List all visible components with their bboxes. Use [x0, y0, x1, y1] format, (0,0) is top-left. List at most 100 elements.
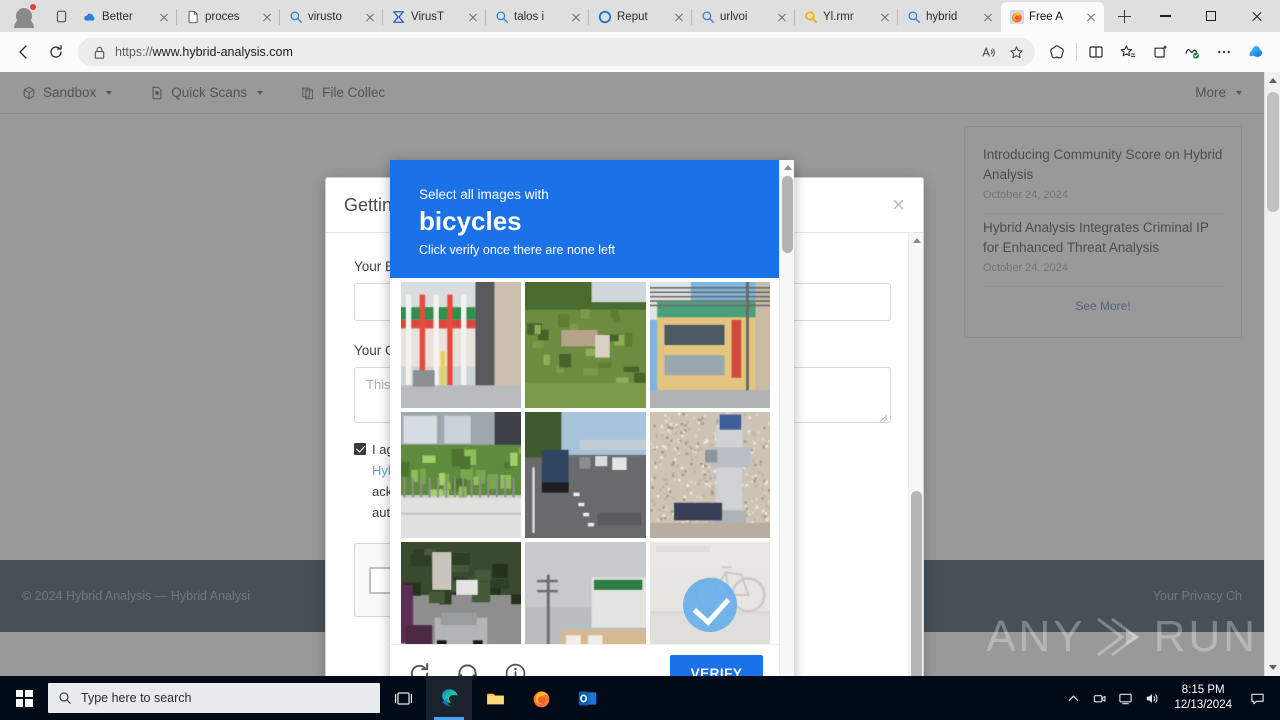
system-tray: 8:15 PM 12/13/2024: [1060, 676, 1280, 720]
watermark-run: RUN: [1154, 612, 1258, 662]
scroll-up-icon[interactable]: [1265, 72, 1280, 89]
tab-title: Better: [102, 10, 152, 24]
collections-icon[interactable]: [1144, 36, 1176, 68]
maximize-button[interactable]: [1188, 0, 1234, 32]
captcha-tile-image: [401, 282, 521, 408]
file-explorer-icon[interactable]: [472, 676, 518, 720]
verify-button[interactable]: VERIFY: [670, 655, 763, 677]
copilot-icon[interactable]: [1240, 36, 1272, 68]
modal-scroll-thumb[interactable]: [911, 491, 922, 676]
camera-icon[interactable]: [1086, 676, 1112, 720]
captcha-vertical-scrollbar[interactable]: [779, 160, 794, 676]
browser-tab[interactable]: Better: [74, 2, 177, 32]
tab-close-icon[interactable]: [878, 10, 892, 24]
edge-icon[interactable]: [426, 676, 472, 720]
outlook-icon[interactable]: [564, 676, 610, 720]
modal-title: Gettin: [344, 195, 392, 216]
tab-close-icon[interactable]: [260, 10, 274, 24]
copilot-split-icon[interactable]: [1041, 36, 1073, 68]
resize-grip-icon[interactable]: [879, 411, 888, 420]
windows-logo-icon: [16, 690, 33, 707]
url-text: https://www.hybrid-analysis.com: [115, 45, 975, 59]
scroll-down-icon[interactable]: [1265, 659, 1280, 676]
clock-time: 8:15 PM: [1174, 683, 1232, 698]
taskbar-clock[interactable]: 8:15 PM 12/13/2024: [1164, 683, 1242, 713]
network-icon[interactable]: [1112, 676, 1138, 720]
volume-icon[interactable]: [1138, 676, 1164, 720]
info-icon[interactable]: [502, 661, 528, 677]
virustotal-icon: [392, 10, 406, 24]
profile-alert-dot: [30, 4, 36, 10]
tab-close-icon[interactable]: [363, 10, 377, 24]
browser-tab[interactable]: urlvoi: [692, 2, 795, 32]
tab-close-icon[interactable]: [157, 10, 171, 24]
settings-more-icon[interactable]: [1208, 36, 1240, 68]
split-screen-icon[interactable]: [1080, 36, 1112, 68]
captcha-tile[interactable]: [401, 412, 521, 538]
reload-icon[interactable]: [406, 661, 432, 677]
profile-button[interactable]: [0, 0, 48, 32]
captcha-tile[interactable]: [650, 282, 770, 408]
window-controls: [1142, 0, 1280, 32]
tab-title: talos i: [514, 10, 564, 24]
recaptcha-challenge: Select all images with bicycles Click ve…: [390, 160, 794, 676]
tab-search-button[interactable]: [48, 3, 74, 29]
show-hidden-icons-icon[interactable]: [1060, 676, 1086, 720]
captcha-tile[interactable]: [401, 282, 521, 408]
close-icon[interactable]: ×: [892, 194, 905, 216]
start-button[interactable]: [0, 676, 48, 720]
modal-scrollbar[interactable]: [908, 233, 923, 676]
scroll-up-icon[interactable]: [909, 233, 924, 247]
captcha-tile[interactable]: [525, 412, 645, 538]
browser-window: Better proces virusto VirusT talos i Reput url…: [0, 0, 1280, 720]
address-bar[interactable]: https://www.hybrid-analysis.com: [78, 38, 1035, 66]
task-view-icon[interactable]: [380, 676, 426, 720]
favorite-star-icon[interactable]: [1003, 39, 1029, 65]
notifications-icon[interactable]: [1242, 676, 1272, 720]
browser-toolbar: https://www.hybrid-analysis.com: [0, 32, 1280, 72]
page-scrollbar[interactable]: [1264, 72, 1280, 676]
back-button[interactable]: [8, 36, 40, 68]
browser-tab[interactable]: hybrid: [898, 2, 1001, 32]
tab-close-icon[interactable]: [672, 10, 686, 24]
headphones-icon[interactable]: [454, 661, 480, 677]
captcha-vscroll-thumb[interactable]: [782, 176, 793, 253]
tab-title: Reput: [617, 10, 667, 24]
browser-essentials-icon[interactable]: [1176, 36, 1208, 68]
browser-tab[interactable]: virusto: [280, 2, 383, 32]
browser-tab[interactable]: Yl.rmr: [795, 2, 898, 32]
yandex-icon: [804, 10, 818, 24]
new-tab-button[interactable]: [1110, 2, 1138, 30]
reload-button[interactable]: [40, 36, 72, 68]
tab-close-icon[interactable]: [1084, 10, 1098, 24]
tab-title: Yl.rmr: [823, 10, 873, 24]
firefox-icon[interactable]: [518, 676, 564, 720]
captcha-prompt: Select all images with bicycles Click ve…: [390, 160, 779, 278]
tab-title: hybrid: [926, 10, 976, 24]
page-scroll-thumb[interactable]: [1267, 92, 1279, 212]
tab-close-icon[interactable]: [981, 10, 995, 24]
captcha-image-grid: [390, 278, 779, 668]
read-aloud-icon[interactable]: [975, 39, 1001, 65]
tab-close-icon[interactable]: [466, 10, 480, 24]
taskbar-search-input[interactable]: Type here to search: [48, 683, 380, 713]
tab-close-icon[interactable]: [569, 10, 583, 24]
scroll-up-icon[interactable]: [780, 160, 795, 174]
address-bar-actions: [975, 39, 1029, 65]
browser-tab[interactable]: Free A: [1001, 2, 1104, 32]
browser-tab[interactable]: proces: [177, 2, 280, 32]
tab-close-icon[interactable]: [775, 10, 789, 24]
captcha-tile[interactable]: [525, 282, 645, 408]
browser-tab[interactable]: Reput: [589, 2, 692, 32]
favorites-icon[interactable]: [1112, 36, 1144, 68]
page-viewport: Sandbox Quick Scans File Collec More I: [0, 72, 1280, 676]
close-window-button[interactable]: [1234, 0, 1280, 32]
firefox-icon: [1010, 10, 1024, 24]
watermark-logo-icon: [1092, 615, 1148, 659]
captcha-tile[interactable]: [650, 412, 770, 538]
minimize-button[interactable]: [1142, 0, 1188, 32]
agree-checkbox[interactable]: [354, 443, 366, 455]
browser-tab[interactable]: VirusT: [383, 2, 486, 32]
browser-tab[interactable]: talos i: [486, 2, 589, 32]
search-icon: [907, 10, 921, 24]
